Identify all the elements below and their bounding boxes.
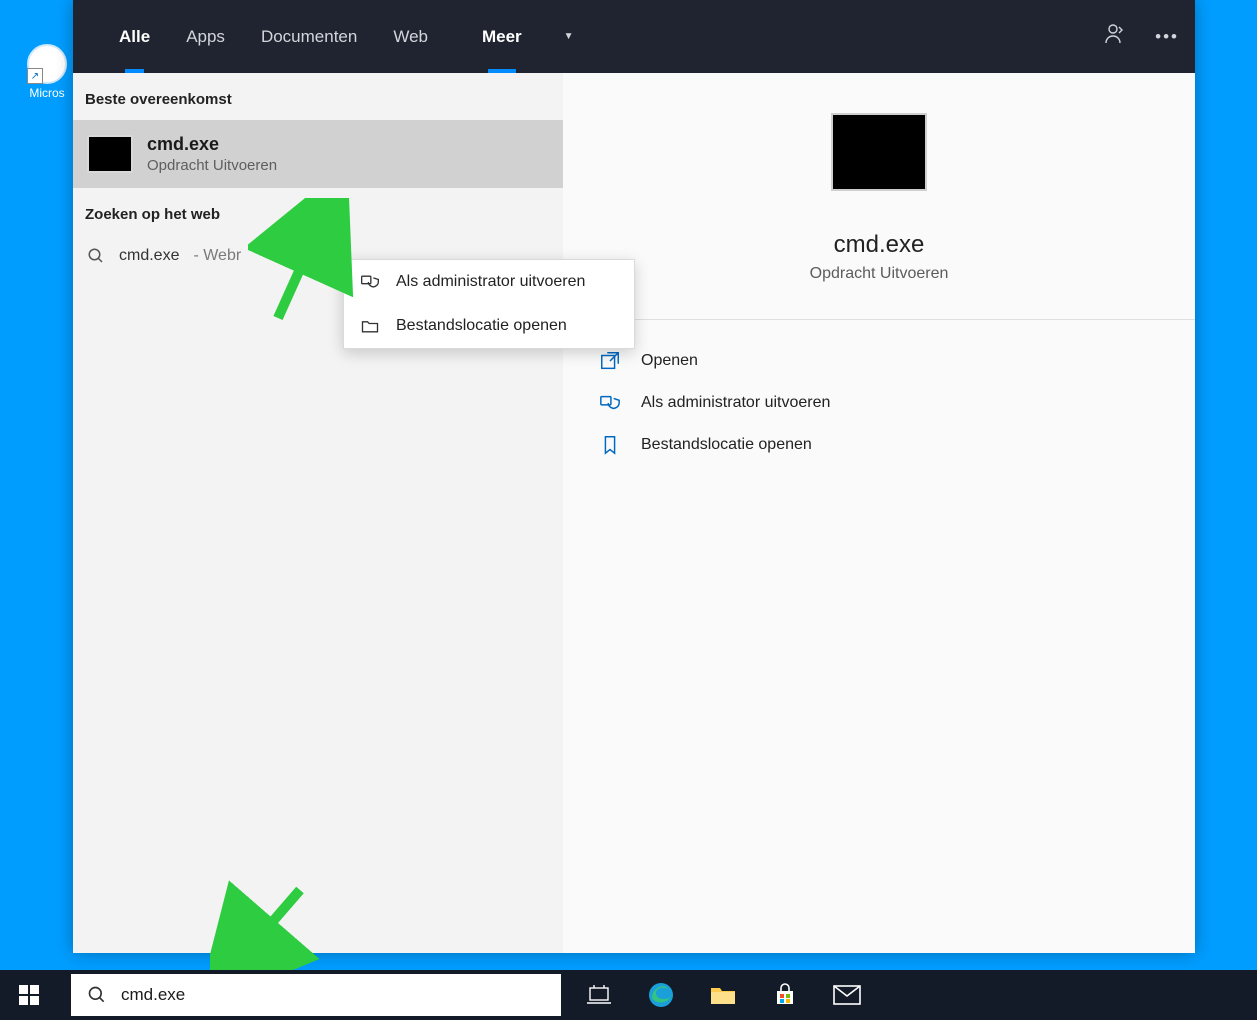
preview-cmd-icon [831, 113, 927, 191]
best-match-title: cmd.exe [147, 134, 277, 155]
action-run-as-admin[interactable]: Als administrator uitvoeren [563, 382, 1195, 424]
task-view-icon [587, 983, 611, 1007]
store-icon [773, 983, 797, 1007]
web-search-header: Zoeken op het web [73, 188, 563, 235]
ctx-item-label: Als administrator uitvoeren [396, 273, 585, 291]
start-search-panel: Alle Apps Documenten Web Meer▼ ••• Beste… [73, 0, 1195, 953]
action-label: Openen [641, 352, 698, 370]
preview-title: cmd.exe [834, 231, 925, 259]
taskbar-edge[interactable] [647, 981, 675, 1009]
context-menu: Als administrator uitvoeren Bestandsloca… [343, 259, 635, 349]
taskbar-search-value: cmd.exe [121, 985, 185, 1005]
search-topbar: Alle Apps Documenten Web Meer▼ ••• [73, 0, 1195, 73]
desktop-icon-label: Micros [23, 86, 71, 100]
shield-run-icon [360, 272, 380, 292]
best-match-header: Beste overeenkomst [73, 73, 563, 120]
web-search-suffix: - Webr [193, 247, 241, 265]
shield-run-icon [599, 392, 621, 414]
preview-subtitle: Opdracht Uitvoeren [810, 265, 949, 283]
windows-icon [19, 985, 39, 1005]
taskbar-store[interactable] [771, 981, 799, 1009]
results-left-pane: Beste overeenkomst cmd.exe Opdracht Uitv… [73, 73, 563, 953]
preview-pane: cmd.exe Opdracht Uitvoeren Openen Als ad… [563, 73, 1195, 953]
taskbar-mail[interactable] [833, 981, 861, 1009]
taskbar-search-box[interactable]: cmd.exe [71, 974, 561, 1016]
start-button[interactable] [0, 970, 57, 1020]
action-open-location[interactable]: Bestandslocatie openen [563, 424, 1195, 466]
web-search-query: cmd.exe [119, 247, 179, 265]
chevron-down-icon: ▼ [546, 0, 592, 73]
action-open[interactable]: Openen [563, 340, 1195, 382]
taskbar-explorer[interactable] [709, 981, 737, 1009]
open-icon [599, 350, 621, 372]
tab-documents[interactable]: Documenten [243, 0, 375, 73]
tab-all[interactable]: Alle [101, 0, 168, 73]
folder-icon [710, 984, 736, 1006]
action-label: Bestandslocatie openen [641, 436, 812, 454]
search-icon [87, 985, 107, 1005]
mail-icon [833, 985, 861, 1005]
folder-icon [360, 316, 380, 336]
desktop-shortcut[interactable]: ↗ Micros [23, 44, 71, 102]
taskbar: cmd.exe [0, 970, 1257, 1020]
bookmark-icon [599, 434, 621, 456]
more-icon[interactable]: ••• [1155, 27, 1179, 47]
best-match-subtitle: Opdracht Uitvoeren [147, 157, 277, 174]
tab-apps[interactable]: Apps [168, 0, 243, 73]
tab-web[interactable]: Web [375, 0, 446, 73]
edge-icon: ↗ [27, 44, 67, 84]
edge-icon [648, 982, 674, 1008]
account-icon[interactable] [1103, 22, 1127, 51]
tab-more[interactable]: Meer▼ [446, 0, 610, 73]
ctx-item-label: Bestandslocatie openen [396, 317, 567, 335]
action-label: Als administrator uitvoeren [641, 394, 830, 412]
ctx-open-location[interactable]: Bestandslocatie openen [344, 304, 634, 348]
ctx-run-as-admin[interactable]: Als administrator uitvoeren [344, 260, 634, 304]
shortcut-arrow-icon: ↗ [27, 68, 43, 84]
cmd-icon [87, 135, 133, 173]
task-view-button[interactable] [585, 981, 613, 1009]
search-icon [87, 247, 105, 265]
best-match-item[interactable]: cmd.exe Opdracht Uitvoeren [73, 120, 563, 188]
